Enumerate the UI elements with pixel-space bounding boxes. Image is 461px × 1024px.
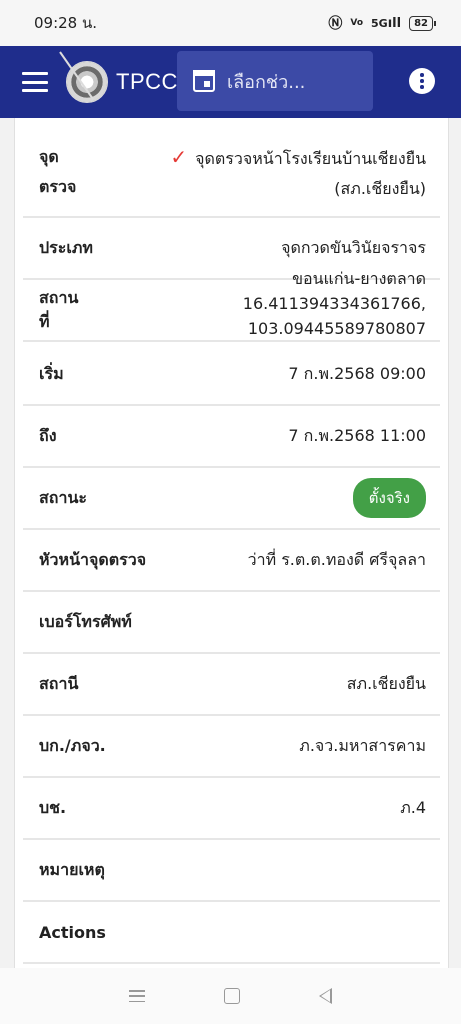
start-value: 7 ก.พ.2568 09:00	[288, 363, 426, 383]
place-label: สถาน ที่	[39, 288, 79, 331]
command-label: บก./ภจว.	[39, 735, 106, 755]
signal-icon: 5Gıll	[371, 15, 402, 31]
station-value: สภ.เชียงยืน	[346, 673, 426, 693]
row-start: เริ่ม 7 ก.พ.2568 09:00	[23, 344, 440, 406]
end-label: ถึง	[39, 425, 57, 445]
system-nav-bar	[0, 968, 461, 1024]
row-checkpoint: จุด ตรวจ ✓ จุดตรวจหน้าโรงเรียนบ้านเชียงยืน…	[23, 134, 440, 218]
calendar-icon	[193, 70, 215, 92]
app-bar: TPCC เลือกช่ว...	[0, 46, 461, 118]
volte-icon: Vo	[350, 18, 364, 28]
row-status: สถานะ ตั้งจริง	[23, 468, 440, 530]
bureau-label: บช.	[39, 797, 67, 817]
more-options-icon[interactable]	[409, 68, 435, 94]
row-end: ถึง 7 ก.พ.2568 11:00	[23, 406, 440, 468]
app-title: TPCC	[116, 69, 178, 94]
nfc-icon: Ⓝ	[328, 16, 343, 32]
phone-label: เบอร์โทรศัพท์	[39, 611, 132, 631]
remark-label: หมายเหตุ	[39, 859, 105, 879]
row-remark: หมายเหตุ	[23, 840, 440, 902]
end-value: 7 ก.พ.2568 11:00	[288, 425, 426, 445]
command-value: ภ.จว.มหาสารคาม	[299, 735, 426, 755]
status-badge[interactable]: ตั้งจริง	[352, 478, 426, 518]
place-value: ขอนแก่น-ยางตลาด 16.411394334361766, 103.…	[242, 268, 426, 338]
row-station: สถานี สภ.เชียงยืน	[23, 654, 440, 716]
checkpoint-value: ✓ จุดตรวจหน้าโรงเรียนบ้านเชียงยืน (สภ.เชี…	[170, 145, 426, 198]
type-value: จุดกวดขันวินัยจราจร	[281, 237, 426, 257]
row-phone: เบอร์โทรศัพท์	[23, 592, 440, 654]
status-icons: Ⓝ Vo 5Gıll 82	[328, 13, 436, 33]
date-range-button[interactable]: เลือกช่ว...	[177, 51, 373, 111]
checkpoint-detail: จุด ตรวจ ✓ จุดตรวจหน้าโรงเรียนบ้านเชียงยืน…	[14, 118, 449, 968]
chief-label: หัวหน้าจุดตรวจ	[39, 549, 147, 569]
police-logo	[66, 61, 108, 103]
status-time: 09:28 น.	[34, 14, 98, 32]
actions-label: Actions	[39, 922, 106, 942]
start-label: เริ่ม	[39, 363, 64, 383]
date-range-label: เลือกช่ว...	[227, 71, 306, 93]
check-icon: ✓	[170, 145, 188, 169]
row-place: สถาน ที่ ขอนแก่น-ยางตลาด 16.4113943343617…	[23, 269, 440, 342]
battery-icon: 82	[409, 15, 436, 31]
status-label: สถานะ	[39, 487, 87, 507]
row-actions: Actions	[23, 902, 440, 964]
recent-apps-icon[interactable]	[129, 990, 146, 1002]
home-icon[interactable]	[223, 988, 240, 1004]
type-label: ประเภท	[39, 237, 93, 257]
status-bar: 09:28 น. Ⓝ Vo 5Gıll 82	[0, 0, 461, 46]
chief-value: ว่าที่ ร.ต.ต.ทองดี ศรีจุลลา	[247, 549, 426, 569]
row-bureau: บช. ภ.4	[23, 778, 440, 840]
row-command: บก./ภจว. ภ.จว.มหาสารคาม	[23, 716, 440, 778]
menu-icon[interactable]	[22, 72, 48, 92]
row-chief: หัวหน้าจุดตรวจ ว่าที่ ร.ต.ต.ทองดี ศรีจุล…	[23, 530, 440, 592]
checkpoint-label: จุด ตรวจ	[39, 147, 77, 196]
bureau-value: ภ.4	[400, 797, 426, 817]
back-icon[interactable]	[318, 988, 332, 1004]
station-label: สถานี	[39, 673, 79, 693]
